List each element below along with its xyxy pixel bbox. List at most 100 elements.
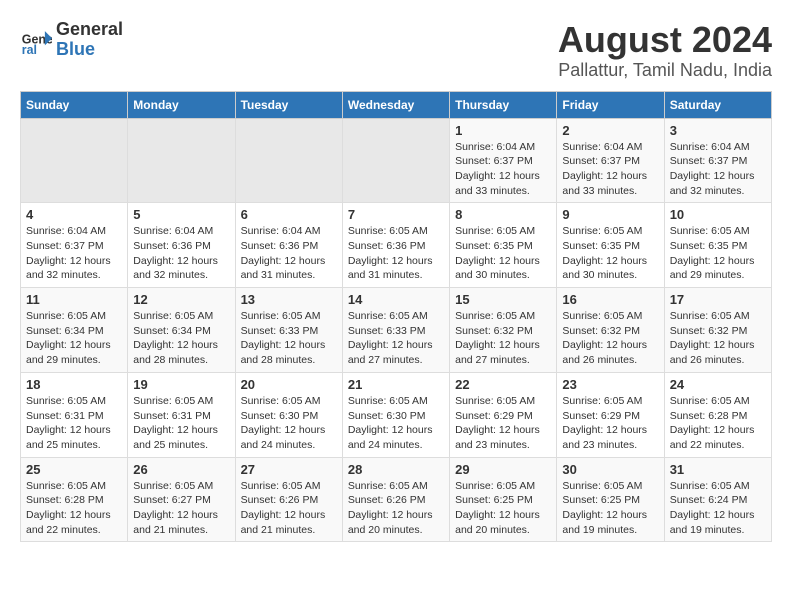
day-detail: Sunrise: 6:05 AMSunset: 6:34 PMDaylight:… — [26, 309, 122, 368]
day-cell: 5 Sunrise: 6:04 AMSunset: 6:36 PMDaylight… — [128, 203, 235, 288]
day-cell: 28 Sunrise: 6:05 AMSunset: 6:26 PMDayligh… — [342, 457, 449, 542]
day-detail: Sunrise: 6:05 AMSunset: 6:28 PMDaylight:… — [670, 394, 766, 453]
logo: Gene ral General Blue — [20, 20, 123, 60]
day-number: 22 — [455, 377, 551, 392]
day-number: 19 — [133, 377, 229, 392]
day-cell: 25Sunrise: 6:05 AMSunset: 6:28 PMDayligh… — [21, 457, 128, 542]
day-number: 16 — [562, 292, 658, 307]
day-detail: Sunrise: 6:05 AMSunset: 6:29 PMDaylight:… — [455, 394, 551, 453]
week-row-4: 25Sunrise: 6:05 AMSunset: 6:28 PMDayligh… — [21, 457, 772, 542]
day-detail: Sunrise: 6:05 AMSunset: 6:32 PMDaylight:… — [562, 309, 658, 368]
day-number: 7 — [348, 207, 444, 222]
day-cell: 12 Sunrise: 6:05 AMSunset: 6:34 PMDayligh… — [128, 288, 235, 373]
day-number: 12 — [133, 292, 229, 307]
day-detail: Sunrise: 6:05 AMSunset: 6:35 PMDaylight:… — [670, 224, 766, 283]
day-cell: 16 Sunrise: 6:05 AMSunset: 6:32 PMDayligh… — [557, 288, 664, 373]
day-cell — [235, 118, 342, 203]
day-number: 3 — [670, 123, 766, 138]
day-detail: Sunrise: 6:05 AMSunset: 6:33 PMDaylight:… — [348, 309, 444, 368]
day-number: 28 — [348, 462, 444, 477]
day-detail: Sunrise: 6:04 AMSunset: 6:37 PMDaylight:… — [455, 140, 551, 199]
day-number: 17 — [670, 292, 766, 307]
logo-text: General Blue — [56, 20, 123, 60]
day-detail: Sunrise: 6:05 AMSunset: 6:31 PMDaylight:… — [26, 394, 122, 453]
day-detail: Sunrise: 6:05 AMSunset: 6:32 PMDaylight:… — [455, 309, 551, 368]
day-detail: Sunrise: 6:05 AMSunset: 6:24 PMDaylight:… — [670, 479, 766, 538]
day-number: 10 — [670, 207, 766, 222]
day-detail: Sunrise: 6:04 AMSunset: 6:36 PMDaylight:… — [133, 224, 229, 283]
header-saturday: Saturday — [664, 91, 771, 118]
day-detail: Sunrise: 6:05 AMSunset: 6:36 PMDaylight:… — [348, 224, 444, 283]
day-detail: Sunrise: 6:05 AMSunset: 6:31 PMDaylight:… — [133, 394, 229, 453]
day-number: 5 — [133, 207, 229, 222]
day-number: 23 — [562, 377, 658, 392]
header-thursday: Thursday — [450, 91, 557, 118]
header-friday: Friday — [557, 91, 664, 118]
day-number: 9 — [562, 207, 658, 222]
day-number: 20 — [241, 377, 337, 392]
day-cell: 20 Sunrise: 6:05 AMSunset: 6:30 PMDayligh… — [235, 372, 342, 457]
day-detail: Sunrise: 6:05 AMSunset: 6:33 PMDaylight:… — [241, 309, 337, 368]
day-detail: Sunrise: 6:05 AMSunset: 6:26 PMDaylight:… — [348, 479, 444, 538]
day-cell: 10 Sunrise: 6:05 AMSunset: 6:35 PMDayligh… — [664, 203, 771, 288]
day-cell: 4Sunrise: 6:04 AMSunset: 6:37 PMDaylight… — [21, 203, 128, 288]
calendar-subtitle: Pallattur, Tamil Nadu, India — [558, 60, 772, 81]
day-detail: Sunrise: 6:05 AMSunset: 6:29 PMDaylight:… — [562, 394, 658, 453]
day-cell: 31 Sunrise: 6:05 AMSunset: 6:24 PMDayligh… — [664, 457, 771, 542]
week-row-2: 11Sunrise: 6:05 AMSunset: 6:34 PMDayligh… — [21, 288, 772, 373]
week-row-0: 1 Sunrise: 6:04 AMSunset: 6:37 PMDaylight… — [21, 118, 772, 203]
day-detail: Sunrise: 6:04 AMSunset: 6:37 PMDaylight:… — [26, 224, 122, 283]
logo-icon: Gene ral — [20, 24, 52, 56]
day-cell: 3Sunrise: 6:04 AMSunset: 6:37 PMDaylight… — [664, 118, 771, 203]
day-number: 26 — [133, 462, 229, 477]
header-tuesday: Tuesday — [235, 91, 342, 118]
day-number: 13 — [241, 292, 337, 307]
day-cell: 13 Sunrise: 6:05 AMSunset: 6:33 PMDayligh… — [235, 288, 342, 373]
day-cell: 15 Sunrise: 6:05 AMSunset: 6:32 PMDayligh… — [450, 288, 557, 373]
day-number: 15 — [455, 292, 551, 307]
day-number: 6 — [241, 207, 337, 222]
day-cell: 1 Sunrise: 6:04 AMSunset: 6:37 PMDaylight… — [450, 118, 557, 203]
day-cell: 17 Sunrise: 6:05 AMSunset: 6:32 PMDayligh… — [664, 288, 771, 373]
calendar-table: SundayMondayTuesdayWednesdayThursdayFrid… — [20, 91, 772, 543]
day-number: 27 — [241, 462, 337, 477]
day-number: 8 — [455, 207, 551, 222]
header-sunday: Sunday — [21, 91, 128, 118]
title-block: August 2024 Pallattur, Tamil Nadu, India — [558, 20, 772, 81]
day-number: 31 — [670, 462, 766, 477]
day-cell: 18 Sunrise: 6:05 AMSunset: 6:31 PMDayligh… — [21, 372, 128, 457]
day-cell — [21, 118, 128, 203]
day-number: 30 — [562, 462, 658, 477]
day-detail: Sunrise: 6:05 AMSunset: 6:25 PMDaylight:… — [455, 479, 551, 538]
day-cell: 21 Sunrise: 6:05 AMSunset: 6:30 PMDayligh… — [342, 372, 449, 457]
calendar-title: August 2024 — [558, 20, 772, 60]
day-cell: 6 Sunrise: 6:04 AMSunset: 6:36 PMDaylight… — [235, 203, 342, 288]
day-number: 24 — [670, 377, 766, 392]
day-detail: Sunrise: 6:05 AMSunset: 6:34 PMDaylight:… — [133, 309, 229, 368]
day-detail: Sunrise: 6:05 AMSunset: 6:35 PMDaylight:… — [455, 224, 551, 283]
day-detail: Sunrise: 6:04 AMSunset: 6:36 PMDaylight:… — [241, 224, 337, 283]
day-cell: 27Sunrise: 6:05 AMSunset: 6:26 PMDayligh… — [235, 457, 342, 542]
day-cell: 29Sunrise: 6:05 AMSunset: 6:25 PMDayligh… — [450, 457, 557, 542]
day-detail: Sunrise: 6:05 AMSunset: 6:30 PMDaylight:… — [241, 394, 337, 453]
page-header: Gene ral General Blue August 2024 Pallat… — [20, 20, 772, 81]
day-detail: Sunrise: 6:05 AMSunset: 6:30 PMDaylight:… — [348, 394, 444, 453]
day-number: 18 — [26, 377, 122, 392]
day-number: 21 — [348, 377, 444, 392]
day-cell: 11Sunrise: 6:05 AMSunset: 6:34 PMDayligh… — [21, 288, 128, 373]
week-row-3: 18 Sunrise: 6:05 AMSunset: 6:31 PMDayligh… — [21, 372, 772, 457]
day-cell: 19 Sunrise: 6:05 AMSunset: 6:31 PMDayligh… — [128, 372, 235, 457]
day-number: 1 — [455, 123, 551, 138]
logo-line2: Blue — [56, 40, 123, 60]
day-detail: Sunrise: 6:05 AMSunset: 6:35 PMDaylight:… — [562, 224, 658, 283]
day-detail: Sunrise: 6:05 AMSunset: 6:27 PMDaylight:… — [133, 479, 229, 538]
header-wednesday: Wednesday — [342, 91, 449, 118]
day-cell: 30Sunrise: 6:05 AMSunset: 6:25 PMDayligh… — [557, 457, 664, 542]
day-number: 2 — [562, 123, 658, 138]
day-cell: 22 Sunrise: 6:05 AMSunset: 6:29 PMDayligh… — [450, 372, 557, 457]
day-cell: 26 Sunrise: 6:05 AMSunset: 6:27 PMDayligh… — [128, 457, 235, 542]
day-detail: Sunrise: 6:05 AMSunset: 6:32 PMDaylight:… — [670, 309, 766, 368]
day-cell: 2Sunrise: 6:04 AMSunset: 6:37 PMDaylight… — [557, 118, 664, 203]
day-cell: 9 Sunrise: 6:05 AMSunset: 6:35 PMDaylight… — [557, 203, 664, 288]
day-cell: 7 Sunrise: 6:05 AMSunset: 6:36 PMDaylight… — [342, 203, 449, 288]
